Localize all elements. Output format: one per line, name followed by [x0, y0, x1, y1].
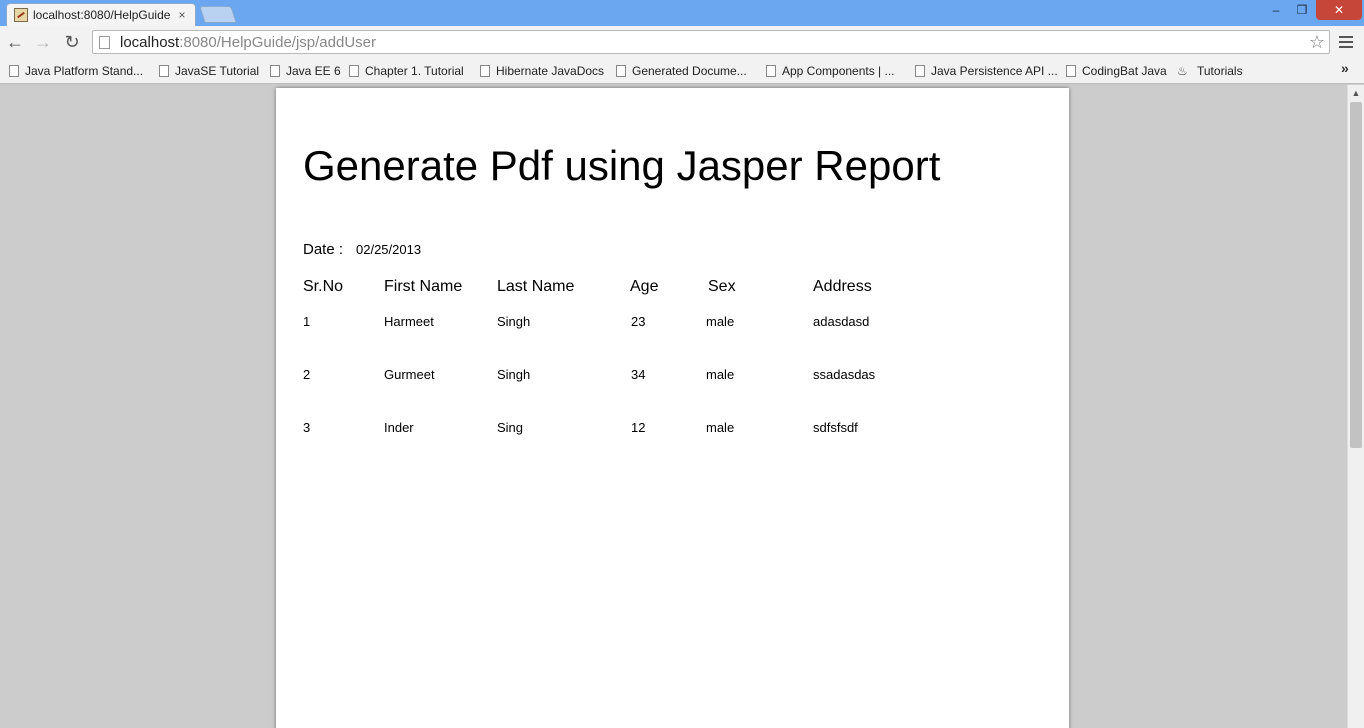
bookmark-item[interactable]: App Components | ... — [766, 63, 895, 79]
bookmark-label: Java Persistence API ... — [931, 64, 1058, 78]
bookmark-item[interactable]: Hibernate JavaDocs — [480, 63, 604, 79]
page-icon — [915, 65, 925, 77]
scroll-thumb[interactable] — [1350, 102, 1362, 448]
hamburger-menu-icon[interactable] — [1339, 32, 1357, 52]
java-cup-icon: ♨ — [1177, 64, 1188, 78]
page-icon — [766, 65, 776, 77]
tab-title: localhost:8080/HelpGuide — [33, 8, 171, 22]
bookmark-label: Tutorials — [1197, 64, 1243, 78]
reload-icon[interactable]: ↻ — [61, 31, 83, 53]
browser-tab[interactable]: localhost:8080/HelpGuide × — [6, 3, 196, 26]
page-icon — [9, 65, 19, 77]
bookmark-label: JavaSE Tutorial — [175, 64, 260, 78]
close-window-button[interactable]: ✕ — [1316, 0, 1362, 20]
bookmark-item[interactable]: Java Platform Stand... — [9, 63, 143, 79]
table-cell-last-name: Sing — [497, 420, 524, 435]
column-header-last-name: Last Name — [497, 278, 575, 295]
table-cell-sr-no: 2 — [303, 367, 311, 382]
bookmarks-bar: Java Platform Stand... JavaSE Tutorial J… — [0, 58, 1364, 84]
table-cell-first-name: Harmeet — [384, 314, 434, 329]
page-icon — [349, 65, 359, 77]
page-icon — [1066, 65, 1076, 77]
tab-close-icon[interactable]: × — [175, 8, 189, 22]
url-path: :8080/HelpGuide/jsp/addUser — [179, 33, 376, 51]
table-cell-address: sdfsfsdf — [813, 420, 858, 435]
table-cell-sex: male — [706, 314, 735, 329]
table-cell-last-name: Singh — [497, 314, 531, 329]
table-cell-age: 12 — [631, 420, 646, 435]
table-cell-sex: male — [706, 420, 735, 435]
forward-arrow-icon[interactable]: → — [32, 31, 54, 53]
bookmark-label: Java Platform Stand... — [25, 64, 144, 78]
table-cell-age: 23 — [631, 314, 646, 329]
address-bar[interactable]: localhost:8080/HelpGuide/jsp/addUser ☆ — [92, 30, 1330, 54]
page-icon — [99, 35, 110, 49]
minimize-button[interactable]: – — [1264, 0, 1288, 20]
bookmark-star-icon[interactable]: ☆ — [1309, 32, 1325, 53]
pdf-page: Generate Pdf using Jasper Report Date : … — [276, 88, 1069, 728]
column-header-first-name: First Name — [384, 278, 463, 295]
scroll-up-icon[interactable]: ▲ — [1348, 85, 1364, 101]
browser-toolbar: ← → ↻ localhost:8080/HelpGuide/jsp/addUs… — [0, 26, 1364, 58]
date-value: 02/25/2013 — [356, 242, 422, 257]
page-icon — [159, 65, 169, 77]
column-header-address: Address — [813, 278, 872, 295]
column-header-age: Age — [630, 278, 659, 295]
page-icon — [480, 65, 490, 77]
table-cell-address: adasdasd — [813, 314, 870, 329]
maximize-button[interactable]: ❐ — [1290, 0, 1314, 20]
vertical-scrollbar[interactable]: ▲ — [1347, 85, 1364, 728]
bookmark-item[interactable]: Generated Docume... — [616, 63, 747, 79]
bookmark-item[interactable]: ♨ Tutorials — [1177, 63, 1243, 79]
more-bookmarks-icon[interactable]: » — [1341, 60, 1349, 76]
page-favicon-icon — [14, 8, 28, 22]
bookmark-label: Generated Docume... — [632, 64, 747, 78]
table-cell-last-name: Singh — [497, 367, 531, 382]
bookmark-label: App Components | ... — [782, 64, 895, 78]
bookmark-item[interactable]: JavaSE Tutorial — [159, 63, 259, 79]
table-cell-age: 34 — [631, 367, 646, 382]
table-cell-sex: male — [706, 367, 735, 382]
bookmark-item[interactable]: CodingBat Java — [1066, 63, 1167, 79]
table-cell-address: ssadasdas — [813, 367, 876, 382]
table-cell-first-name: Inder — [384, 420, 414, 435]
bookmark-item[interactable]: Chapter 1. Tutorial — [349, 63, 464, 79]
title-bar: localhost:8080/HelpGuide × – ❐ ✕ — [0, 0, 1364, 26]
table-cell-first-name: Gurmeet — [384, 367, 435, 382]
bookmark-label: Chapter 1. Tutorial — [365, 64, 464, 78]
bookmark-label: Hibernate JavaDocs — [496, 64, 605, 78]
table-cell-sr-no: 3 — [303, 420, 311, 435]
table-cell-sr-no: 1 — [303, 314, 311, 329]
column-header-sr-no: Sr.No — [303, 278, 344, 295]
column-header-sex: Sex — [708, 278, 736, 295]
page-icon — [616, 65, 626, 77]
bookmark-label: Java EE 6 — [286, 64, 341, 78]
back-arrow-icon[interactable]: ← — [4, 31, 26, 53]
report-title: Generate Pdf using Jasper Report — [303, 142, 941, 189]
bookmark-label: CodingBat Java — [1082, 64, 1167, 78]
bookmark-item[interactable]: Java EE 6 — [270, 63, 341, 79]
page-icon — [270, 65, 280, 77]
new-tab-button[interactable] — [199, 6, 237, 23]
url-host: localhost — [120, 33, 180, 51]
bookmark-item[interactable]: Java Persistence API ... — [915, 63, 1058, 79]
date-label: Date : — [303, 241, 344, 258]
